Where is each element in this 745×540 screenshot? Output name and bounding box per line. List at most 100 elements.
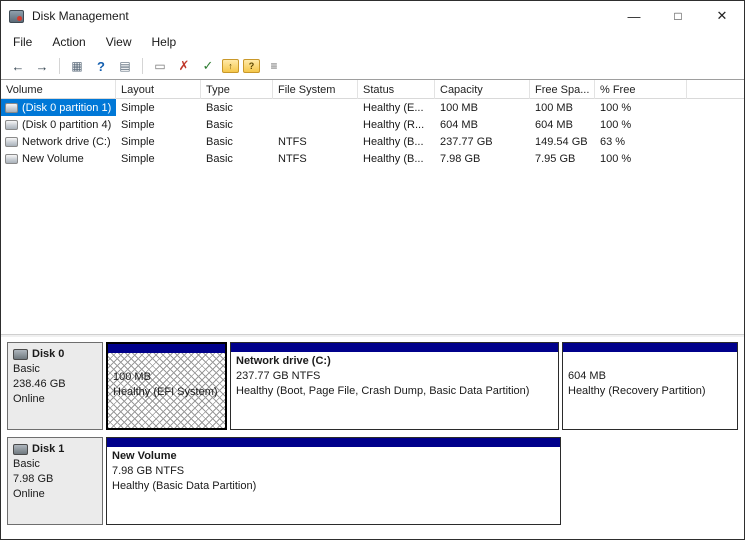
disk-drive-icon <box>13 349 28 360</box>
partition-status: Healthy (Recovery Partition) <box>568 384 732 399</box>
capacity-cell: 100 MB <box>435 102 530 114</box>
back-icon[interactable]: ← <box>8 57 28 76</box>
close-button[interactable]: ✕ <box>700 1 744 31</box>
volume-list-pane: Volume Layout Type File System Status Ca… <box>1 80 744 334</box>
column-header-type[interactable]: Type <box>201 80 273 99</box>
menu-view[interactable]: View <box>98 33 140 51</box>
capacity-cell: 237.77 GB <box>435 136 530 148</box>
delete-volume-icon[interactable]: ✗ <box>174 57 194 76</box>
menubar: File Action View Help <box>1 31 744 53</box>
column-header-volume[interactable]: Volume <box>1 80 116 99</box>
disk-row-disk0: Disk 0 Basic 238.46 GB Online 100 MB Hea… <box>7 342 738 430</box>
explore-folder-icon[interactable]: ↑ <box>222 59 239 73</box>
disk-type: Basic <box>13 457 97 472</box>
partition-color-bar <box>563 343 737 352</box>
status-cell: Healthy (B... <box>358 136 435 148</box>
toolbar-separator <box>59 58 60 74</box>
free-space-cell: 149.54 GB <box>530 136 595 148</box>
volume-name-cell[interactable]: Network drive (C:) <box>1 133 116 150</box>
volume-row[interactable]: Network drive (C:) Simple Basic NTFS Hea… <box>1 133 744 150</box>
capacity-cell: 7.98 GB <box>435 153 530 165</box>
partition-size: 7.98 GB NTFS <box>112 464 555 479</box>
layout-cell: Simple <box>116 102 201 114</box>
column-header-file-system[interactable]: File System <box>273 80 358 99</box>
column-header-layout[interactable]: Layout <box>116 80 201 99</box>
volume-row[interactable]: (Disk 0 partition 1) Simple Basic Health… <box>1 99 744 116</box>
partition-color-bar <box>231 343 558 352</box>
file-system-cell: NTFS <box>273 153 358 165</box>
volume-name-cell[interactable]: (Disk 0 partition 4) <box>1 116 116 133</box>
menu-help[interactable]: Help <box>144 33 185 51</box>
partition-new-volume[interactable]: New Volume 7.98 GB NTFS Healthy (Basic D… <box>106 437 561 525</box>
column-header-filler <box>687 80 744 99</box>
partition-color-bar <box>108 344 225 353</box>
volume-name-cell[interactable]: New Volume <box>1 150 116 167</box>
volume-row[interactable]: (Disk 0 partition 4) Simple Basic Health… <box>1 116 744 133</box>
partition-c-drive[interactable]: Network drive (C:) 237.77 GB NTFS Health… <box>230 342 559 430</box>
pct-free-cell: 100 % <box>595 119 687 131</box>
free-space-cell: 7.95 GB <box>530 153 595 165</box>
forward-icon[interactable]: → <box>32 57 52 76</box>
volume-name: (Disk 0 partition 1) <box>22 102 111 114</box>
status-cell: Healthy (R... <box>358 119 435 131</box>
partition-size: 100 MB <box>113 370 220 385</box>
toolbar-separator <box>142 58 143 74</box>
partition-title <box>113 355 220 370</box>
graphical-view-pane: Disk 0 Basic 238.46 GB Online 100 MB Hea… <box>1 337 744 539</box>
pct-free-cell: 100 % <box>595 102 687 114</box>
partition-status: Healthy (Basic Data Partition) <box>112 479 555 494</box>
disk-status: Online <box>13 487 97 502</box>
column-header-capacity[interactable]: Capacity <box>435 80 530 99</box>
status-cell: Healthy (E... <box>358 102 435 114</box>
minimize-button[interactable]: — <box>612 1 656 31</box>
partition-title: New Volume <box>112 449 555 464</box>
partition-efi-system[interactable]: 100 MB Healthy (EFI System) <box>106 342 227 430</box>
volume-row[interactable]: New Volume Simple Basic NTFS Healthy (B.… <box>1 150 744 167</box>
disk-name: Disk 0 <box>32 347 64 362</box>
menu-action[interactable]: Action <box>44 33 93 51</box>
type-cell: Basic <box>201 136 273 148</box>
volume-name-cell[interactable]: (Disk 0 partition 1) <box>1 99 116 116</box>
disk-label-disk0[interactable]: Disk 0 Basic 238.46 GB Online <box>7 342 103 430</box>
console-tree-icon[interactable]: ▦ <box>67 57 87 76</box>
dialog-icon[interactable]: ▭ <box>150 57 170 76</box>
action-pane-icon[interactable]: ▤ <box>115 57 135 76</box>
toolbar: ← → ▦ ? ▤ ▭ ✗ ✓ ↑ ? ≡ <box>1 53 744 79</box>
layout-cell: Simple <box>116 119 201 131</box>
partition-size: 604 MB <box>568 369 732 384</box>
pct-free-cell: 100 % <box>595 153 687 165</box>
capacity-cell: 604 MB <box>435 119 530 131</box>
volume-icon <box>5 120 18 130</box>
disk-row-disk1: Disk 1 Basic 7.98 GB Online New Volume 7… <box>7 437 738 525</box>
partition-status: Healthy (EFI System) <box>113 385 220 400</box>
maximize-button[interactable]: □ <box>656 1 700 31</box>
window-title: Disk Management <box>32 9 129 23</box>
volume-name: New Volume <box>22 153 84 165</box>
titlebar[interactable]: Disk Management — □ ✕ <box>1 1 744 31</box>
column-header-pct-free[interactable]: % Free <box>595 80 687 99</box>
disk-status: Online <box>13 392 97 407</box>
menu-file[interactable]: File <box>5 33 40 51</box>
mark-partition-icon[interactable]: ✓ <box>198 57 218 76</box>
disk-label-disk1[interactable]: Disk 1 Basic 7.98 GB Online <box>7 437 103 525</box>
column-header-free-space[interactable]: Free Spa... <box>530 80 595 99</box>
disk-size: 238.46 GB <box>13 377 97 392</box>
partition-title <box>568 354 732 369</box>
layout-cell: Simple <box>116 136 201 148</box>
help-icon[interactable]: ? <box>91 57 111 76</box>
disk-size: 7.98 GB <box>13 472 97 487</box>
volume-icon <box>5 137 18 147</box>
type-cell: Basic <box>201 102 273 114</box>
type-cell: Basic <box>201 119 273 131</box>
volume-icon <box>5 154 18 164</box>
app-icon <box>9 10 24 23</box>
partition-recovery[interactable]: 604 MB Healthy (Recovery Partition) <box>562 342 738 430</box>
partition-status: Healthy (Boot, Page File, Crash Dump, Ba… <box>236 384 553 399</box>
partition-color-bar <box>107 438 560 447</box>
file-system-cell: NTFS <box>273 136 358 148</box>
volume-icon <box>5 103 18 113</box>
free-space-cell: 604 MB <box>530 119 595 131</box>
folder-help-icon[interactable]: ? <box>243 59 260 73</box>
properties-icon[interactable]: ≡ <box>264 57 284 76</box>
column-header-status[interactable]: Status <box>358 80 435 99</box>
